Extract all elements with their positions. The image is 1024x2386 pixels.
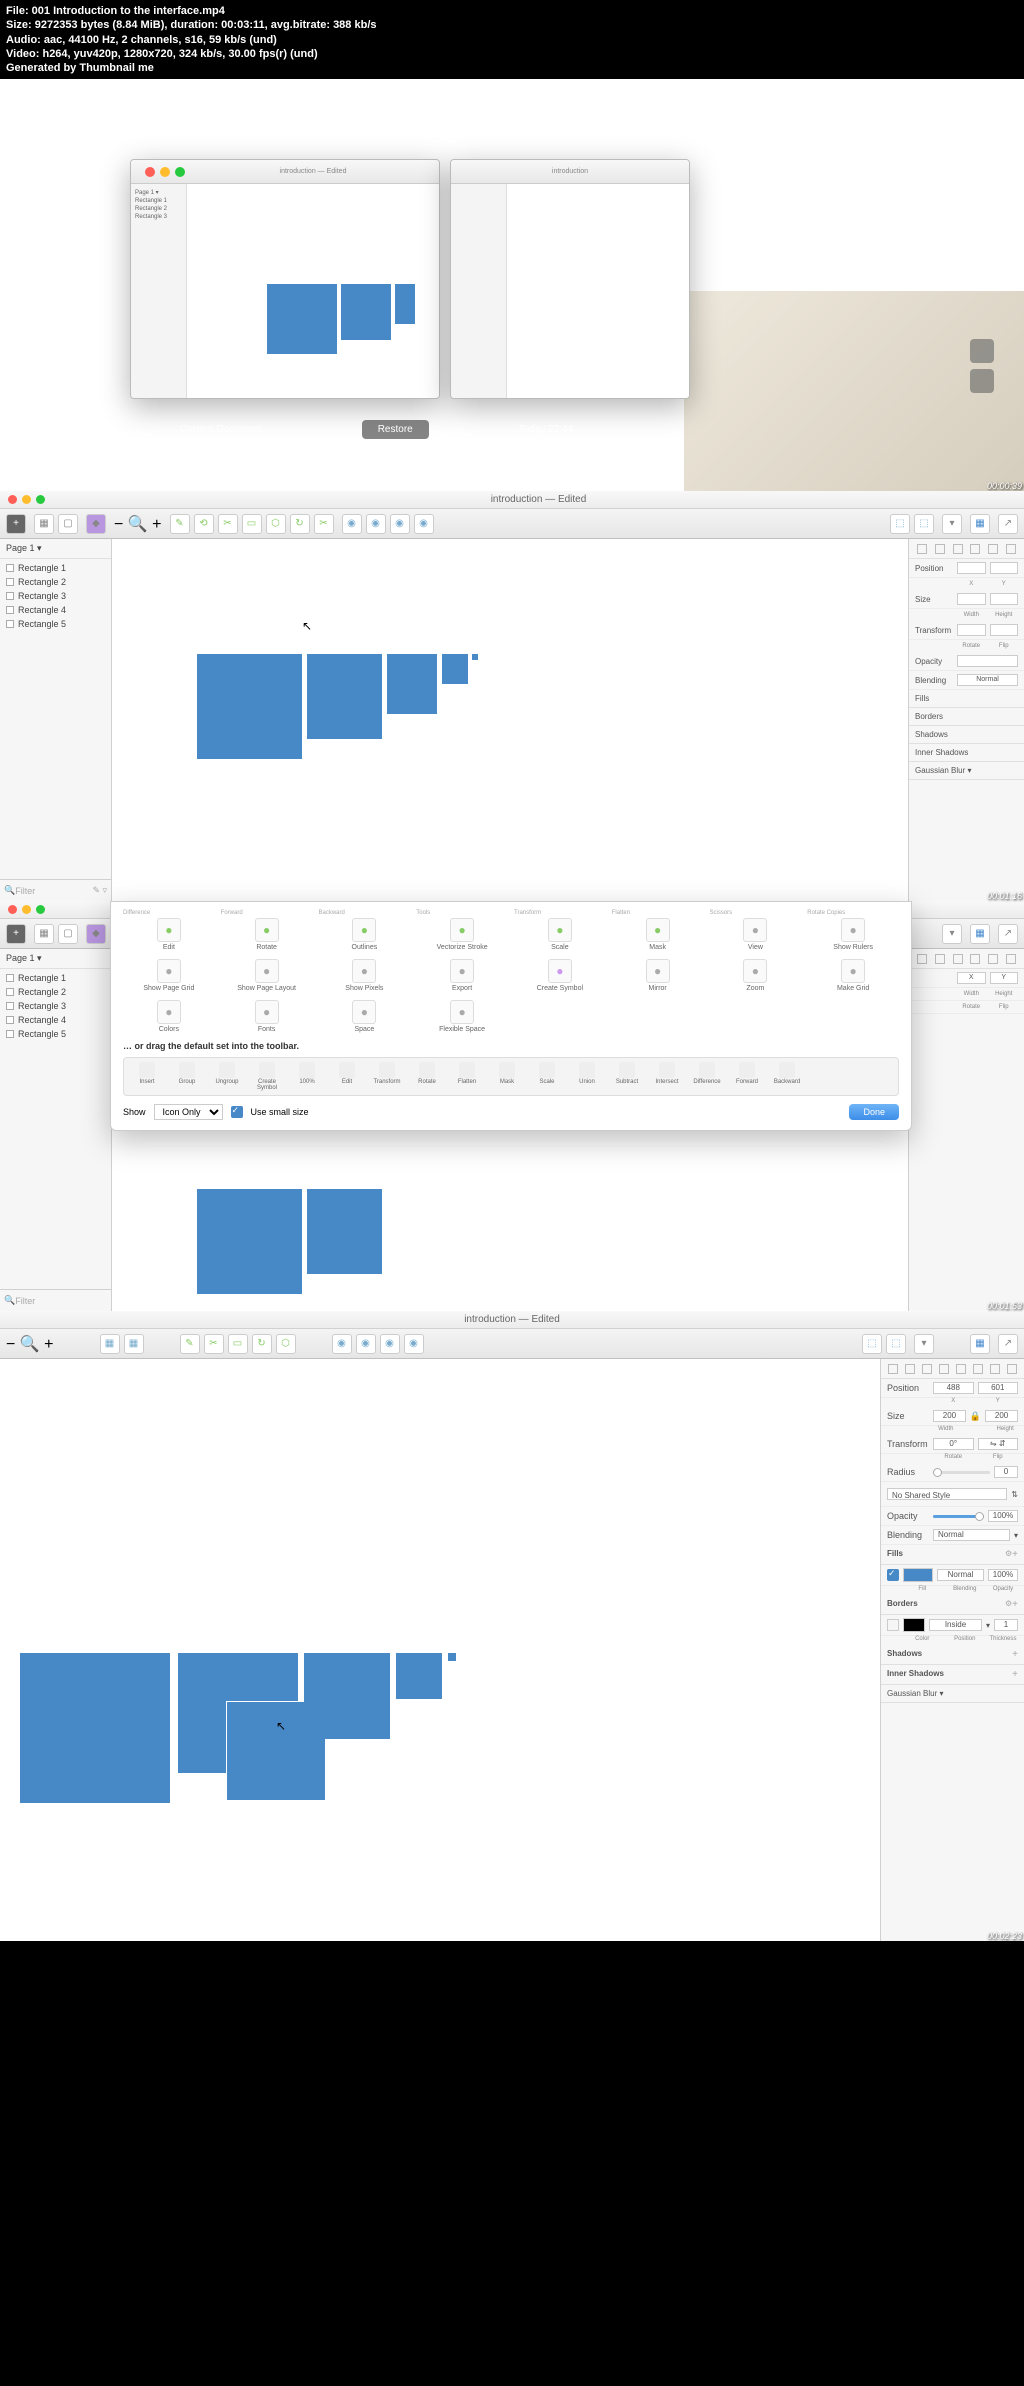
tm-backup-window: introduction [450,159,690,399]
tm-nav-down[interactable] [970,369,994,393]
opacity-slider[interactable] [933,1515,984,1518]
toolbar-item[interactable]: ●View [710,918,802,951]
fill-color-swatch[interactable] [903,1568,933,1582]
border-enabled-checkbox[interactable] [887,1619,899,1631]
add-inner-shadow-button[interactable]: + [1012,1669,1018,1680]
align-controls[interactable] [909,539,1024,559]
canvas[interactable]: ↖ [112,539,908,901]
layer-list: Page 1 ▾ Rectangle 1 Rectangle 2 Rectang… [0,539,112,901]
toolbar-item[interactable]: ●Flexible Space [416,1000,508,1033]
show-mode-select[interactable]: Icon Only [154,1104,223,1120]
toolbar-item[interactable]: ●Colors [123,1000,215,1033]
toolbar-item[interactable]: ●Rotate [221,918,313,951]
pos-x-input[interactable]: 488 [933,1382,974,1394]
filter-input[interactable]: 🔍 Filter✎ ▿ [0,879,111,901]
toolbar-item[interactable]: ●Outlines [319,918,411,951]
radius-slider[interactable] [933,1471,990,1474]
toolbar-item[interactable]: ●Export [416,959,508,992]
blending-select[interactable]: Normal [933,1529,1010,1541]
window-title: introduction — Edited [53,494,1024,505]
border-settings-icon[interactable]: ⚙ [1005,1599,1012,1610]
inspector: Position XY Size WidthHeight Transform R… [908,539,1024,901]
export-button[interactable]: ↗ [998,514,1018,534]
metadata-header: File: 001 Introduction to the interface.… [0,0,1024,79]
toolbar-item[interactable]: ●Zoom [710,959,802,992]
layer-item[interactable]: Rectangle 3 [0,589,111,603]
layer-item[interactable]: Rectangle 1 [0,561,111,575]
screenshot-1: introduction — Edited Page 1 ▾ Rectangle… [0,79,1024,491]
tm-current-label: Current Document [180,424,262,435]
screenshot-2: introduction — Edited + ▦▢ ◆ − 🔍 + ✎⟲✂▭⬡… [0,491,1024,901]
screenshot-4: introduction — Edited − 🔍 + ▦▦ ✎✂▭↻⬡ ◉◉◉… [0,1311,1024,1941]
toolbar-item[interactable]: ●Mirror [612,959,704,992]
cursor-icon: ↖ [302,619,312,633]
pos-y-input[interactable]: 601 [978,1382,1019,1394]
toolbar-item[interactable]: ●Scale [514,918,606,951]
mirror-button[interactable]: ▦ [970,514,990,534]
toolbar-item[interactable]: ●Show Page Layout [221,959,313,992]
toolbar-item[interactable]: ●Edit [123,918,215,951]
add-border-button[interactable]: + [1012,1599,1018,1610]
inspector: Position488601 XY Size200🔒200 WidthHeigh… [880,1359,1024,1941]
group-button[interactable]: ▦ [34,514,54,534]
fill-enabled-checkbox[interactable] [887,1569,899,1581]
layer-item[interactable]: Rectangle 4 [0,603,111,617]
width-input[interactable]: 200 [933,1410,966,1422]
screenshot-3: introduction — Edited + ▦▢ ◆ − 🔍 + ▾ ▦ ↗… [0,901,1024,1311]
tool-icon[interactable]: ✎ [170,514,190,534]
tm-restore-button[interactable]: Restore [362,420,429,439]
toolbar-item[interactable]: ●Fonts [221,1000,313,1033]
default-toolbar-set[interactable]: InsertGroupUngroupCreate Symbol100%EditT… [123,1057,899,1096]
timestamp: 00:01:16 [987,891,1022,901]
lock-icon[interactable]: 🔒 [970,1411,981,1422]
toolbar-item[interactable]: ●Space [319,1000,411,1033]
add-fill-button[interactable]: + [1012,1549,1018,1560]
toolbar-item[interactable]: ●Show Pixels [319,959,411,992]
toolbar-item[interactable]: ●Show Rulers [807,918,899,951]
page-selector[interactable]: Page 1 ▾ [0,539,111,559]
fill-settings-icon[interactable]: ⚙ [1005,1549,1012,1560]
border-color-swatch[interactable] [903,1618,925,1632]
use-small-checkbox[interactable] [231,1106,243,1118]
cursor-icon: ↖ [276,1719,286,1733]
zoom-control[interactable]: − 🔍 + [114,514,162,534]
timestamp: 00:01:53 [987,1301,1022,1311]
toolbar: + ▦▢ ◆ − 🔍 + ✎⟲✂▭⬡↻✂ ◉◉◉◉ ⬚⬚ ▾ ▦ ↗ [0,509,1024,539]
toolbar-item[interactable]: ●Show Page Grid [123,959,215,992]
symbol-button[interactable]: ◆ [86,514,106,534]
tm-current-window: introduction — Edited Page 1 ▾ Rectangle… [130,159,440,399]
insert-button[interactable]: + [6,514,26,534]
ungroup-button[interactable]: ▢ [58,514,78,534]
view-button[interactable]: ▾ [942,514,962,534]
done-button[interactable]: Done [849,1104,899,1120]
timestamp: 00:02:23 [987,1931,1022,1941]
layer-item[interactable]: Rectangle 5 [0,617,111,631]
toolbar-item[interactable]: ●Vectorize Stroke [416,918,508,951]
toolbar-item[interactable]: ●Make Grid [807,959,899,992]
timestamp: 00:00:39 [987,481,1022,491]
add-shadow-button[interactable]: + [1012,1649,1018,1660]
rotate-input[interactable]: 0° [933,1438,974,1450]
toolbar-item[interactable]: ●Mask [612,918,704,951]
toolbar-item[interactable]: ●Create Symbol [514,959,606,992]
blur-select[interactable]: Gaussian Blur ▾ [887,1689,943,1698]
tm-today-label: Today 22:44 [519,424,574,435]
customize-toolbar-sheet: DifferenceForwardBackwardToolsTransformF… [110,901,912,1131]
height-input[interactable]: 200 [985,1410,1018,1422]
layer-item[interactable]: Rectangle 2 [0,575,111,589]
tm-nav-up[interactable] [970,339,994,363]
flip-buttons[interactable]: ⇋ ⇵ [978,1438,1019,1450]
shared-style-select[interactable]: No Shared Style [887,1488,1007,1500]
canvas[interactable]: ↖ [0,1359,880,1941]
